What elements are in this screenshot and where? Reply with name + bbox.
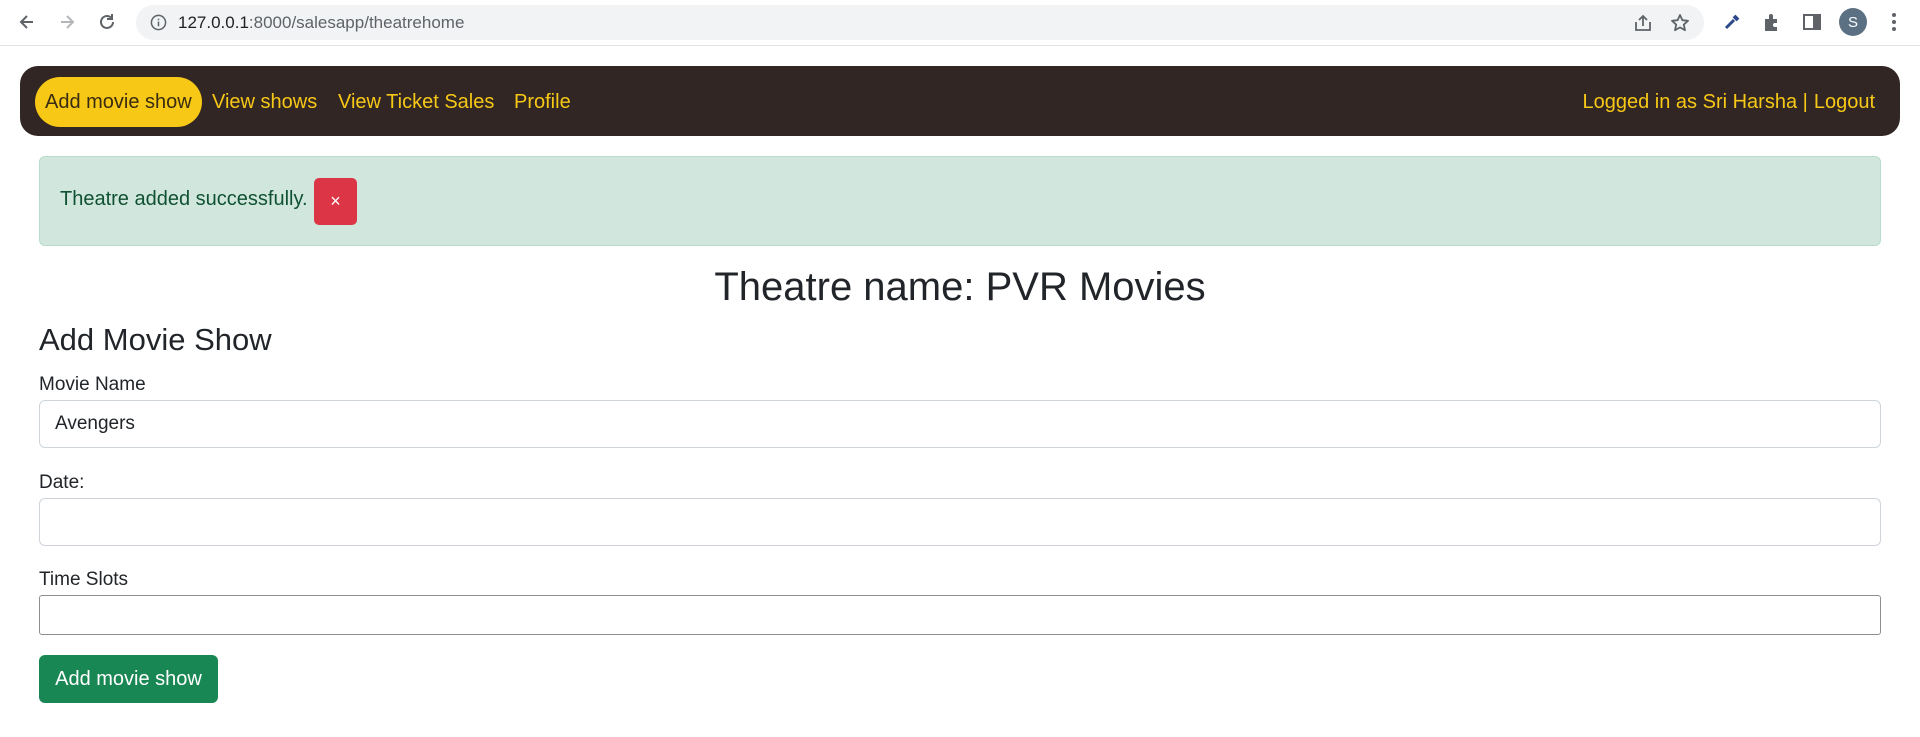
nav-view-shows[interactable]: View shows [212,77,317,127]
site-navbar: Add movie show View shows View Ticket Sa… [20,66,1900,136]
extensions-button[interactable] [1761,11,1783,33]
share-icon[interactable] [1632,12,1654,34]
time-slots-input[interactable] [39,595,1881,635]
nav-add-movie-show[interactable]: Add movie show [35,77,202,127]
movie-name-value: Avengers [55,413,135,434]
user-status: Logged in as Sri Harsha | Logout [1577,77,1876,127]
reload-button[interactable] [92,7,122,37]
forward-arrow-icon [61,15,75,29]
profile-avatar[interactable]: S [1839,8,1867,36]
movie-name-input[interactable]: Avengers [39,400,1881,448]
browser-toolbar: 127.0.0.1:8000/salesapp/theatrehome S [0,0,1920,46]
url-path: :8000/salesapp/theatrehome [248,13,465,32]
alert-message: Theatre added successfully. [60,188,308,210]
date-label: Date: [39,472,85,493]
url-host: 127.0.0.1 [178,13,249,32]
extension-icon [1765,14,1777,31]
back-button[interactable] [12,7,42,37]
forward-button[interactable] [52,7,82,37]
back-arrow-icon [19,15,33,29]
sidepanel-icon [1803,14,1821,30]
logged-in-text: Logged in as Sri Harsha | [1582,91,1808,113]
info-icon[interactable] [150,14,167,31]
star-icon[interactable] [1669,12,1691,34]
url-text[interactable]: 127.0.0.1:8000/salesapp/theatrehome [178,13,464,33]
add-movie-show-button[interactable]: Add movie show [39,655,218,703]
address-bar[interactable]: 127.0.0.1:8000/salesapp/theatrehome [136,5,1704,40]
nav-profile[interactable]: Profile [514,77,571,127]
menu-dots-icon [1892,13,1896,31]
nav-view-ticket-sales[interactable]: View Ticket Sales [338,77,494,127]
success-alert: Theatre added successfully. × [39,156,1881,246]
eyedropper-extension[interactable] [1721,11,1743,33]
logout-link[interactable]: Logout [1814,91,1875,113]
time-slots-label: Time Slots [39,569,129,590]
close-icon: × [330,191,341,211]
side-panel-button[interactable] [1801,11,1823,33]
browser-menu-button[interactable] [1883,11,1905,33]
alert-close-button[interactable]: × [314,178,357,225]
date-input[interactable] [39,498,1881,546]
reload-icon [100,14,114,29]
eyedropper-icon [1724,14,1740,30]
theatre-title: Theatre name: PVR Movies [714,265,1206,309]
form-title: Add Movie Show [39,322,272,357]
movie-name-label: Movie Name [39,374,146,395]
